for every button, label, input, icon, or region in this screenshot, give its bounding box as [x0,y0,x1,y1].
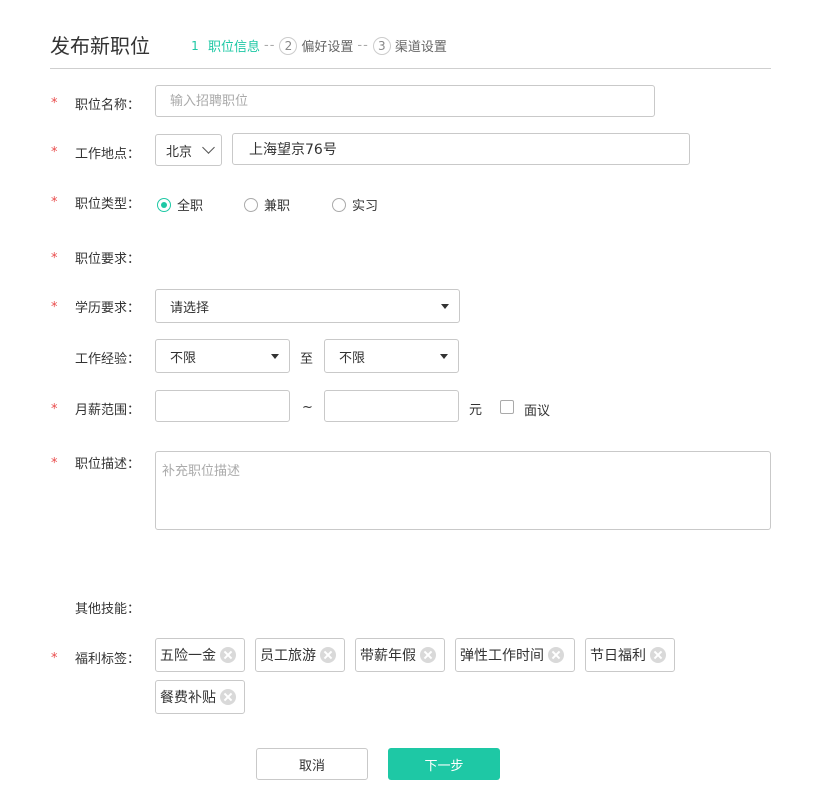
benefit-tag: 员工旅游 [255,638,345,672]
page-title: 发布新职位 [50,34,150,58]
radio-unchecked-icon [244,197,258,212]
remove-tag-icon[interactable] [220,647,236,663]
negotiable-checkbox[interactable] [500,400,514,414]
step-label: 偏好设置 [301,40,354,55]
step-label: 职位信息 [208,40,261,55]
required-mark: * [51,402,58,417]
step-label: 渠道设置 [394,40,447,55]
experience-to-value: 不限 [339,350,366,366]
remove-tag-icon[interactable] [420,647,436,663]
caret-down-icon [440,354,448,359]
step-separator: -- [264,38,276,53]
benefit-tag-label: 节日福利 [590,648,646,664]
caret-down-icon [441,304,449,309]
chevron-down-icon [202,141,215,154]
step-channels: 3 渠道设置 [372,36,447,55]
city-value: 北京 [166,144,193,160]
required-mark: * [51,195,58,210]
job-type-label: 职位类型： [75,197,141,212]
education-label: 学历要求： [75,301,141,316]
next-step-button[interactable]: 下一步 [388,748,500,780]
salary-min-input[interactable] [155,390,290,422]
experience-label: 工作经验： [75,352,141,367]
benefit-tag: 五险一金 [155,638,245,672]
required-mark: * [51,456,58,471]
radio-label: 实习 [352,199,379,214]
remove-tag-icon[interactable] [320,647,336,663]
caret-down-icon [271,354,279,359]
step-number: 2 [279,36,298,55]
step-separator: -- [357,38,369,53]
negotiable-label: 面议 [524,404,551,419]
salary-unit: 元 [469,403,483,418]
required-mark: * [51,300,58,315]
remove-tag-icon[interactable] [548,647,564,663]
city-select[interactable]: 北京 [155,134,222,166]
radio-unchecked-icon [332,197,346,212]
step-number: 1 [191,38,199,53]
salary-label: 月薪范围： [75,403,141,418]
benefit-tag-label: 五险一金 [160,648,216,664]
job-type-parttime-radio[interactable]: 兼职 [244,195,290,214]
benefit-tag-label: 餐费补贴 [160,690,216,706]
radio-label: 兼职 [264,199,291,214]
experience-from-select[interactable]: 不限 [155,339,290,373]
benefit-tag: 节日福利 [585,638,675,672]
benefit-tag: 餐费补贴 [155,680,245,714]
experience-to-select[interactable]: 不限 [324,339,459,373]
experience-to-label: 至 [300,352,314,367]
step-number: 3 [372,36,391,55]
required-mark: * [51,651,58,666]
benefit-tag-label: 弹性工作时间 [460,648,544,664]
education-value: 请选择 [170,300,210,316]
radio-label: 全职 [177,199,204,214]
description-textarea[interactable] [155,451,771,530]
step-preferences: 2 偏好设置 [279,36,353,55]
experience-from-value: 不限 [170,350,197,366]
radio-checked-icon [157,197,171,212]
job-type-intern-radio[interactable]: 实习 [332,195,378,214]
requirements-label: 职位要求： [75,252,141,267]
benefit-tag-label: 带薪年假 [360,648,416,664]
salary-max-input[interactable] [324,390,459,422]
remove-tag-icon[interactable] [650,647,666,663]
step-job-info: 1 职位信息 [186,36,261,56]
required-mark: * [51,251,58,266]
remove-tag-icon[interactable] [220,689,236,705]
skills-label: 其他技能： [75,602,141,617]
description-label: 职位描述： [75,457,141,472]
job-name-label: 职位名称： [75,98,141,113]
education-select[interactable]: 请选择 [155,289,460,323]
cancel-button[interactable]: 取消 [256,748,368,780]
required-mark: * [51,96,58,111]
header-divider [50,68,771,69]
address-input[interactable] [232,133,690,165]
step-indicator: 1 职位信息 -- 2 偏好设置 -- 3 渠道设置 [186,36,447,55]
job-type-fulltime-radio[interactable]: 全职 [157,195,203,214]
required-mark: * [51,145,58,160]
salary-range-separator: ~ [302,400,313,415]
location-label: 工作地点： [75,147,141,162]
benefits-label: 福利标签： [75,652,141,667]
benefit-tag: 弹性工作时间 [455,638,575,672]
job-name-input[interactable] [155,85,655,117]
benefit-tag-label: 员工旅游 [260,648,316,664]
benefit-tag: 带薪年假 [355,638,445,672]
